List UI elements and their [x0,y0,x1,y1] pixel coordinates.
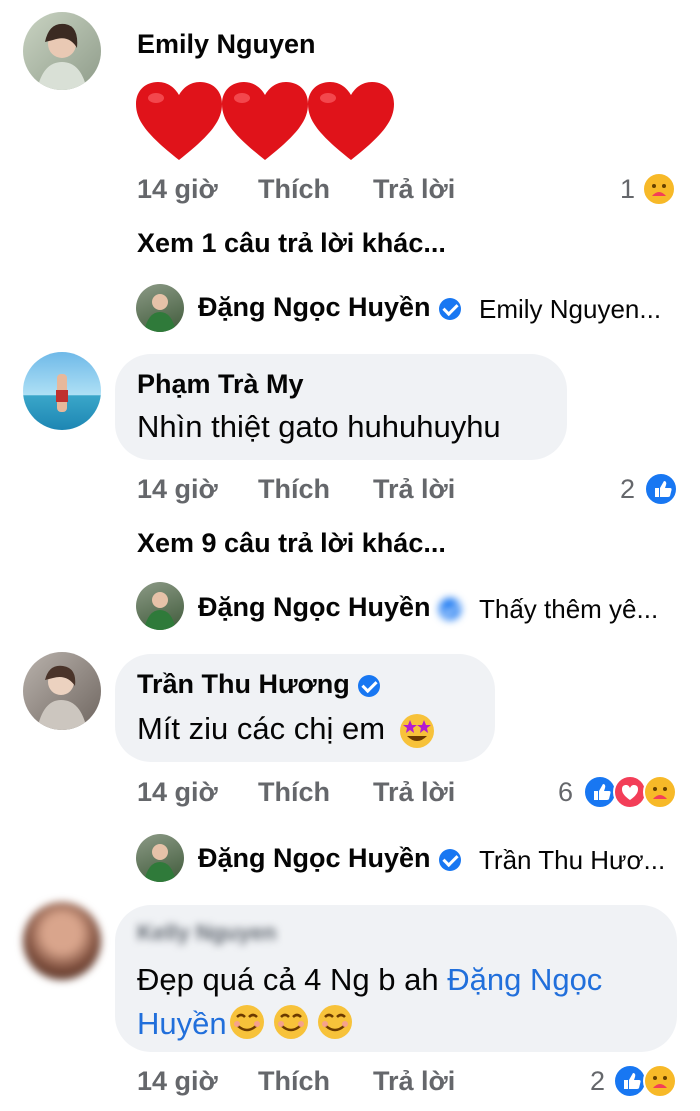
verified-badge-icon [357,674,380,697]
reply-author-name: Đặng Ngọc Huyền [198,292,431,322]
reply-button[interactable]: Trả lời [373,1066,455,1097]
comment-message: Nhìn thiệt gato huhuhuyhu [137,409,501,444]
comment-message-text: Mít ziu các chị em [137,711,386,746]
comment-author-name: Trần Thu Hương [137,669,350,699]
avatar-dang-ngoc-huyen[interactable] [136,834,184,882]
reply-preview[interactable]: Emily Nguyen... [479,294,661,325]
reply-author-name: Đặng Ngọc Huyền [198,843,431,873]
reply-author[interactable]: Đặng Ngọc Huyền [198,592,461,623]
care-reaction-icon[interactable] [643,1064,677,1098]
heart-emoji [136,82,222,160]
like-reaction-icon[interactable] [613,1064,647,1098]
reply-preview[interactable]: Thấy thêm yê... [479,594,658,625]
love-reaction-icon[interactable] [613,775,647,809]
like-button[interactable]: Thích [258,777,330,808]
avatar-emily-nguyen[interactable] [23,12,101,90]
reply-preview[interactable]: Trần Thu Hươ... [479,845,665,876]
like-button[interactable]: Thích [258,1066,330,1097]
heart-emoji [308,82,394,160]
smiling-emojis [229,1005,352,1039]
reaction-count[interactable]: 2 [590,1066,605,1097]
reply-author[interactable]: Đặng Ngọc Huyền [198,843,461,874]
like-button[interactable]: Thích [258,474,330,505]
comment-message-text: Đẹp quá cả 4 Ng b ah [137,962,448,997]
care-reaction-icon[interactable] [642,172,676,206]
heart-emoji [222,82,308,160]
mention-link-continued[interactable]: Huyền [137,1006,227,1041]
reply-author-name: Đặng Ngọc Huyền [198,592,431,622]
heart-emojis [136,82,396,162]
like-reaction-icon[interactable] [583,775,617,809]
view-more-replies[interactable]: Xem 1 câu trả lời khác... [137,228,446,259]
reaction-count[interactable]: 1 [620,174,635,205]
avatar-tran-thu-huong[interactable] [23,652,101,730]
comment-author[interactable]: Emily Nguyen [137,29,316,60]
smiling-emoji [229,1005,264,1039]
view-more-replies[interactable]: Xem 9 câu trả lời khác... [137,528,446,559]
comment-time[interactable]: 14 giờ [137,174,218,205]
star-struck-emoji [399,713,434,748]
avatar-blurred[interactable] [23,902,101,980]
avatar-dang-ngoc-huyen[interactable] [136,284,184,332]
verified-badge-icon [438,297,461,320]
comment-author-name: Kelly Nguyen [137,920,277,945]
smiling-emoji [317,1005,352,1039]
avatar-image [37,23,87,90]
reply-button[interactable]: Trả lời [373,174,455,205]
comment-message: Đẹp quá cả 4 Ng b ah Đặng Ngọc Huyền [137,958,602,1046]
reply-author[interactable]: Đặng Ngọc Huyền [198,292,461,323]
like-button[interactable]: Thích [258,174,330,205]
comment-time[interactable]: 14 giờ [137,474,218,505]
reply-button[interactable]: Trả lời [373,777,455,808]
comment-message: Mít ziu các chị em [137,711,436,750]
reaction-count[interactable]: 6 [558,777,573,808]
comment-time[interactable]: 14 giờ [137,777,218,808]
comment-time[interactable]: 14 giờ [137,1066,218,1097]
care-reaction-icon[interactable] [643,775,677,809]
reply-button[interactable]: Trả lời [373,474,455,505]
smiling-emoji [273,1005,308,1039]
mention-link[interactable]: Đặng Ngọc [447,962,602,997]
verified-badge-icon [438,597,461,620]
avatar-dang-ngoc-huyen[interactable] [136,582,184,630]
comment-author[interactable]: Phạm Trà My [137,369,304,400]
avatar-pham-tra-my[interactable] [23,352,101,430]
like-reaction-icon[interactable] [644,472,678,506]
comment-author[interactable]: Kelly Nguyen [137,920,276,946]
comment-author[interactable]: Trần Thu Hương [137,669,380,700]
verified-badge-icon [438,848,461,871]
reaction-count[interactable]: 2 [620,474,635,505]
